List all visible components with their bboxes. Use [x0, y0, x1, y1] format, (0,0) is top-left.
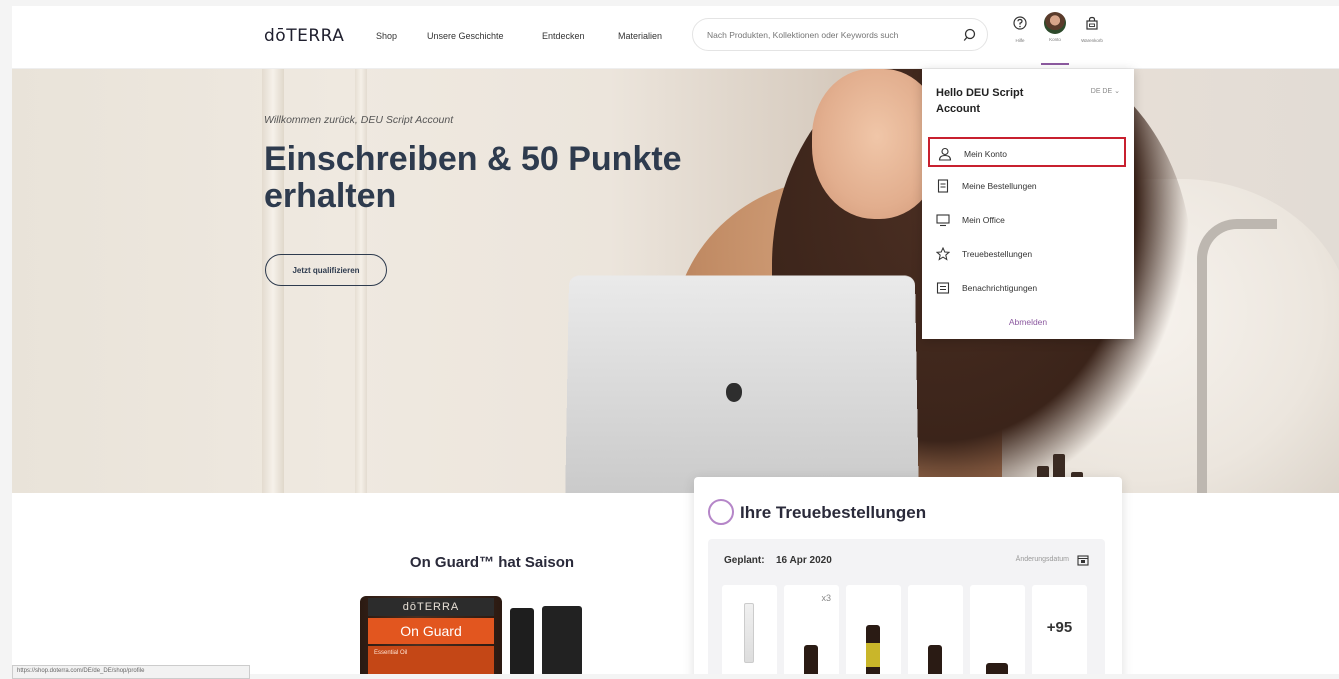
- orders-icon: [936, 179, 950, 198]
- order-product[interactable]: x3: [784, 585, 839, 674]
- account-label: Konto: [1049, 37, 1061, 42]
- menu-item-label: Meine Bestellungen: [962, 181, 1037, 191]
- bottle-brand: dōTERRA: [368, 598, 494, 616]
- locale-selector[interactable]: DE DE ⌄: [1091, 87, 1120, 95]
- order-product[interactable]: [970, 585, 1025, 674]
- site-header: dōTERRA Shop Unsere Geschichte Entdecken…: [12, 6, 1339, 69]
- more-products-count: +95: [1046, 619, 1073, 636]
- loyalty-title: Ihre Treuebestellungen: [740, 503, 927, 522]
- chevron-down-icon: ⌄: [1114, 88, 1120, 95]
- bottle-subtitle: Essential Oil: [368, 646, 494, 674]
- welcome-text: Willkommen zurück, DEU Script Account: [264, 114, 454, 126]
- cart-icon: [1085, 16, 1099, 34]
- nav-materialien[interactable]: Materialien: [618, 31, 662, 41]
- avatar: [1044, 12, 1066, 34]
- star-icon: [935, 246, 951, 266]
- planned-label: Geplant:: [724, 555, 765, 566]
- logout-link[interactable]: Abmelden: [922, 317, 1134, 327]
- product-bottle-image: [928, 645, 942, 674]
- status-bar-url: https://shop.doterra.com/DE/de_DE/shop/p…: [12, 665, 250, 679]
- change-date-link[interactable]: Änderungsdatum: [1016, 556, 1069, 563]
- notifications-icon: [936, 281, 950, 300]
- scheduled-order: Geplant: 16 Apr 2020 Änderungsdatum x3 +…: [708, 539, 1105, 674]
- hero-headline: Einschreiben & 50 Punkte erhalten: [264, 140, 682, 215]
- apple-logo-icon: [726, 383, 742, 402]
- locale-label: DE DE: [1090, 88, 1113, 95]
- nav-unsere-geschichte[interactable]: Unsere Geschichte: [427, 31, 504, 41]
- account-greeting: Hello DEU Script Account: [936, 87, 1024, 115]
- help-button[interactable]: Hilfe: [1002, 16, 1038, 60]
- menu-item-meine-bestellungen[interactable]: Meine Bestellungen: [928, 171, 1126, 201]
- hero-laptop: [564, 275, 920, 493]
- account-button[interactable]: Konto: [1037, 12, 1073, 56]
- loyalty-orders-card: Ihre Treuebestellungen Geplant: 16 Apr 2…: [694, 477, 1122, 674]
- on-guard-product-image[interactable]: dōTERRA On Guard Essential Oil: [360, 596, 590, 674]
- monitor-icon: [936, 213, 950, 232]
- nav-entdecken[interactable]: Entdecken: [542, 31, 585, 41]
- hero-faucet: [1197, 219, 1277, 493]
- product-bottle-image: [866, 625, 880, 674]
- menu-item-treuebestellungen[interactable]: Treuebestellungen: [928, 239, 1126, 269]
- user-icon: [938, 147, 952, 166]
- cart-label: Warenkorb: [1081, 38, 1103, 43]
- product-bottle-image: [804, 645, 818, 674]
- loyalty-icon: [708, 499, 734, 525]
- menu-item-benachrichtigungen[interactable]: Benachrichtigungen: [928, 273, 1126, 303]
- order-product-more[interactable]: +95: [1032, 585, 1087, 674]
- bottle-name: On Guard: [368, 618, 494, 644]
- order-product[interactable]: [908, 585, 963, 674]
- product-tube-image: [744, 603, 754, 663]
- product-bottle-image: [986, 663, 1008, 674]
- cart-button[interactable]: Warenkorb: [1074, 16, 1110, 60]
- menu-item-label: Mein Konto: [964, 149, 1007, 159]
- calendar-icon[interactable]: [1077, 553, 1089, 571]
- qualify-button[interactable]: Jetzt qualifizieren: [265, 254, 387, 286]
- product-quantity: x3: [821, 593, 831, 603]
- menu-item-mein-office[interactable]: Mein Office: [928, 205, 1126, 235]
- order-product[interactable]: [846, 585, 901, 674]
- menu-item-label: Treuebestellungen: [962, 249, 1033, 259]
- order-product[interactable]: [722, 585, 777, 674]
- menu-item-label: Mein Office: [962, 215, 1005, 225]
- promo-title: On Guard™ hat Saison: [409, 554, 575, 571]
- account-active-indicator: [1041, 63, 1069, 65]
- help-label: Hilfe: [1015, 38, 1025, 43]
- planned-date: 16 Apr 2020: [776, 555, 832, 566]
- hero-banner: [12, 69, 1339, 493]
- doterra-logo[interactable]: dōTERRA: [264, 26, 344, 46]
- search-icon[interactable]: [963, 28, 977, 47]
- search-input[interactable]: [707, 27, 957, 43]
- menu-item-mein-konto[interactable]: Mein Konto: [928, 137, 1126, 167]
- help-icon: [1013, 16, 1027, 34]
- nav-shop[interactable]: Shop: [376, 31, 397, 41]
- account-dropdown: Hello DEU Script Account DE DE ⌄ Mein Ko…: [922, 69, 1134, 339]
- search-box: [692, 18, 988, 51]
- menu-item-label: Benachrichtigungen: [962, 283, 1038, 293]
- browser-viewport: Willkommen zurück, DEU Script Account Ei…: [12, 6, 1339, 674]
